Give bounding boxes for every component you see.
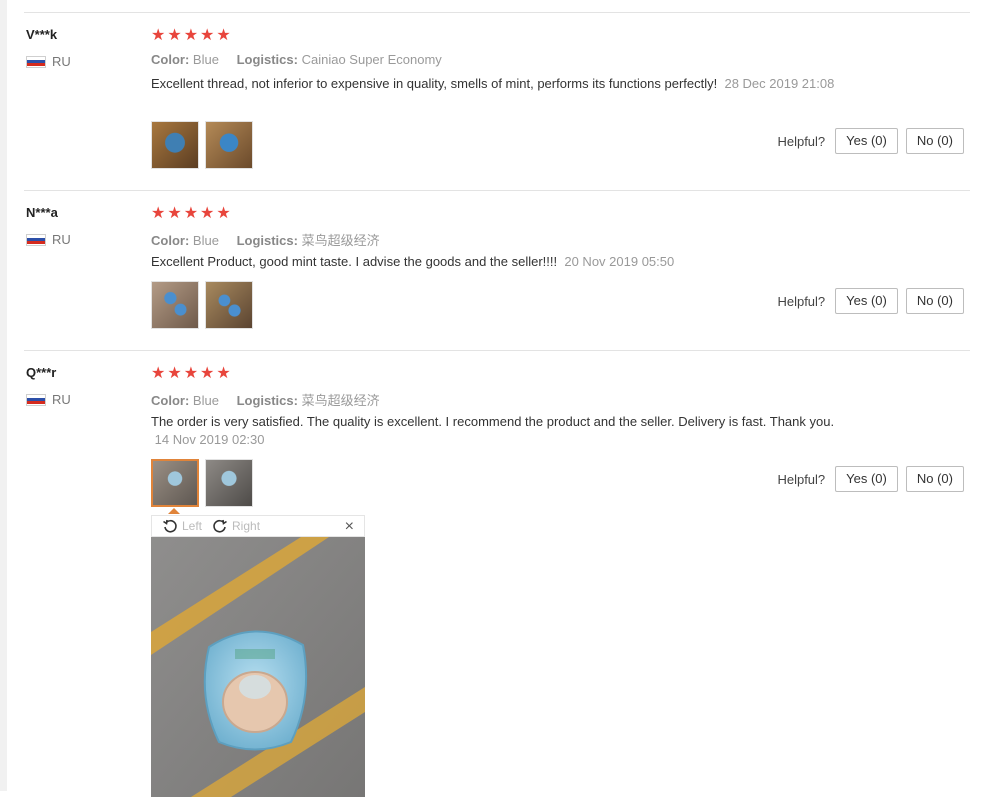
star-rating: ★ ★ ★ ★ ★ [151,28,231,44]
rotate-left-label: Left [182,519,203,533]
logistics-label: Logistics: [236,393,298,408]
top-divider [24,12,970,13]
helpful-controls: Helpful? Yes (0) No (0) [777,128,964,154]
review-photos [151,281,253,329]
left-gutter [0,0,7,791]
helpful-no-button[interactable]: No (0) [905,288,964,314]
star-icon: ★ [151,205,166,222]
review-text-block: The order is very satisfied. The quality… [151,413,881,449]
rotate-right-icon [213,519,227,533]
review-date: 14 Nov 2019 02:30 [154,432,265,447]
review-text: Excellent Product, good mint taste. I ad… [151,254,558,269]
star-icon: ★ [167,365,182,382]
review-photo-large [151,537,365,797]
country-code: RU [52,232,71,247]
viewer-toolbar: Left Right × [151,515,365,537]
helpful-controls: Helpful? Yes (0) No (0) [777,466,964,492]
logistics-value: Cainiao Super Economy [301,52,442,67]
star-icon: ★ [200,27,215,44]
review-date: 20 Nov 2019 05:50 [564,254,675,269]
star-icon: ★ [151,365,166,382]
country-code: RU [52,54,71,69]
review-photo-thumb[interactable] [151,281,199,329]
star-icon: ★ [167,27,182,44]
star-icon: ★ [216,27,231,44]
color-value: Blue [192,52,219,67]
review-photo-thumb-selected[interactable] [151,459,199,507]
viewer-pointer [168,508,180,514]
review-photo-thumb[interactable] [205,121,253,169]
star-icon: ★ [183,205,199,222]
helpful-label: Helpful? [777,133,826,149]
review-text-block: Excellent thread, not inferior to expens… [151,75,851,93]
helpful-controls: Helpful? Yes (0) No (0) [777,288,964,314]
rotate-right-label: Right [232,519,261,533]
russia-flag-icon [26,393,46,406]
helpful-yes-button[interactable]: Yes (0) [835,466,898,492]
star-rating: ★ ★ ★ ★ ★ [151,206,231,222]
helpful-label: Helpful? [777,293,826,309]
reviewer-name: Q***r [26,365,57,380]
photo-viewer: Left Right × [151,508,365,797]
star-icon: ★ [167,205,182,222]
reviewer-name: N***a [26,205,58,220]
review-photo-thumb[interactable] [205,281,253,329]
review-date: 28 Dec 2019 21:08 [724,76,835,91]
order-info: Color: Blue Logistics: Cainiao Super Eco… [151,52,442,67]
color-label: Color: [151,52,190,67]
helpful-yes-button[interactable]: Yes (0) [835,288,898,314]
star-icon: ★ [216,205,231,222]
reviewer-country: RU [26,232,71,247]
helpful-no-button[interactable]: No (0) [905,466,964,492]
helpful-yes-button[interactable]: Yes (0) [835,128,898,154]
star-rating: ★ ★ ★ ★ ★ [151,366,231,382]
star-icon: ★ [183,27,199,44]
star-icon: ★ [200,365,215,382]
color-label: Color: [151,233,190,248]
helpful-label: Helpful? [777,471,826,487]
star-icon: ★ [151,27,166,44]
logistics-label: Logistics: [236,233,298,248]
review-text: Excellent thread, not inferior to expens… [151,76,718,91]
star-icon: ★ [216,365,231,382]
reviewer-country: RU [26,54,71,69]
russia-flag-icon [26,233,46,246]
review-text: The order is very satisfied. The quality… [151,414,835,429]
helpful-no-button[interactable]: No (0) [905,128,964,154]
review-divider [24,190,970,191]
review-photo-thumb[interactable] [205,459,253,507]
close-icon[interactable]: × [345,518,354,536]
reviewer-country: RU [26,392,71,407]
photo-illustration [151,537,365,797]
star-icon: ★ [200,205,215,222]
review-photos [151,121,253,169]
rotate-left-button[interactable]: Left [162,518,202,534]
logistics-value: 菜鸟超级经济 [301,233,380,248]
order-info: Color: Blue Logistics: 菜鸟超级经济 [151,230,380,249]
star-icon: ★ [183,365,199,382]
country-code: RU [52,392,71,407]
color-value: Blue [192,393,219,408]
russia-flag-icon [26,55,46,68]
reviewer-name: V***k [26,27,58,42]
rotate-left-icon [163,519,177,533]
color-value: Blue [192,233,219,248]
logistics-value: 菜鸟超级经济 [301,393,380,408]
order-info: Color: Blue Logistics: 菜鸟超级经济 [151,390,380,409]
rotate-right-button[interactable]: Right [212,518,260,534]
review-photos [151,459,253,507]
logistics-label: Logistics: [236,52,298,67]
review-divider [24,350,970,351]
color-label: Color: [151,393,190,408]
review-photo-thumb[interactable] [151,121,199,169]
review-text-block: Excellent Product, good mint taste. I ad… [151,253,911,271]
